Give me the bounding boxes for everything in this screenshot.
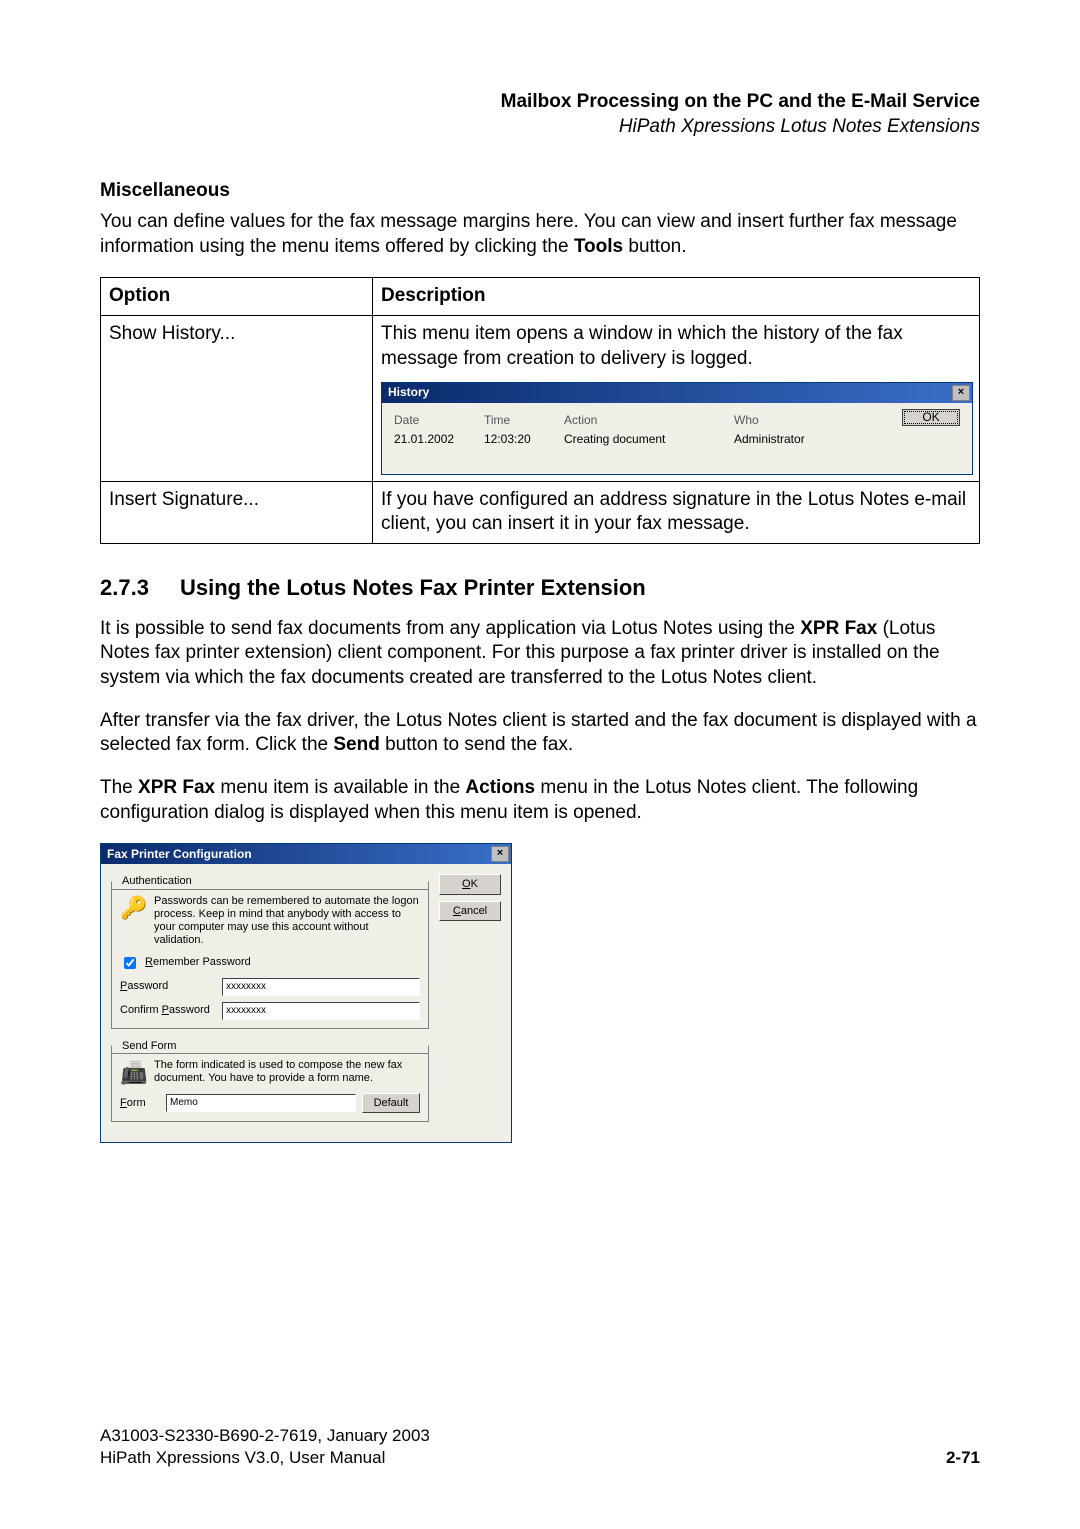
form-name-row: Form Default [120, 1093, 420, 1113]
group-legend: Authentication [120, 874, 194, 888]
form-name-input[interactable] [166, 1094, 356, 1112]
fax-dialog-right: OK Cancel [439, 874, 501, 1132]
table-row: Insert Signature... If you have configur… [101, 481, 980, 543]
remember-password-label: Remember Password [145, 955, 251, 969]
fax-dialog-left: Authentication 🔑 Passwords can be rememb… [111, 874, 429, 1132]
text-bold: XPR Fax [138, 777, 215, 798]
group-legend: Send Form [120, 1039, 178, 1053]
confirm-password-label: Confirm Password [120, 1003, 216, 1017]
password-label: Password [120, 979, 216, 993]
confirm-password-row: Confirm Password [120, 1002, 420, 1020]
misc-paragraph: You can define values for the fax messag… [100, 210, 980, 259]
cell: Administrator [734, 432, 834, 448]
send-form-group: Send Form 📠 The form indicated is used t… [111, 1039, 429, 1123]
fax-printer-config-dialog: Fax Printer Configuration × Authenticati… [100, 843, 512, 1143]
col-header-description: Description [373, 278, 980, 316]
text: menu item is available in the [215, 777, 465, 798]
text: button. [623, 236, 686, 257]
table-row: Show History... This menu item opens a w… [101, 316, 980, 482]
text-bold: Actions [465, 777, 535, 798]
col-header: Action [564, 413, 734, 429]
history-col-action: Action Creating document [564, 413, 734, 448]
close-icon[interactable]: × [491, 846, 509, 862]
cancel-button[interactable]: Cancel [439, 901, 501, 921]
dialog-title: Fax Printer Configuration [107, 847, 252, 863]
cell-description: This menu item opens a window in which t… [373, 316, 980, 482]
page-footer: A31003-S2330-B690-2-7619, January 2003 H… [100, 1425, 980, 1469]
page-header: Mailbox Processing on the PC and the E-M… [100, 90, 980, 139]
section-heading-273: 2.7.3Using the Lotus Notes Fax Printer E… [100, 574, 980, 603]
paragraph: After transfer via the fax driver, the L… [100, 709, 980, 758]
history-col-time: Time 12:03:20 [484, 413, 564, 448]
section-number: 2.7.3 [100, 574, 180, 603]
paragraph: The XPR Fax menu item is available in th… [100, 776, 980, 825]
ok-button[interactable]: OK [902, 409, 960, 427]
col-header: Who [734, 413, 834, 429]
history-window: History × Date 21.01.2002 Time 12:03:20 [381, 382, 973, 475]
footer-left: A31003-S2330-B690-2-7619, January 2003 H… [100, 1425, 430, 1469]
group-row: 📠 The form indicated is used to compose … [120, 1059, 420, 1087]
table-header-row: Option Description [101, 278, 980, 316]
close-icon[interactable]: × [952, 385, 970, 401]
text-bold: Send [333, 734, 379, 755]
footer-line1: A31003-S2330-B690-2-7619, January 2003 [100, 1425, 430, 1447]
cell-option: Show History... [101, 316, 373, 482]
cell-description: If you have configured an address signat… [373, 481, 980, 543]
fax-dialog-titlebar: Fax Printer Configuration × [101, 844, 511, 864]
desc-text: This menu item opens a window in which t… [381, 322, 971, 371]
history-title: History [388, 385, 429, 401]
fax-icon: 📠 [120, 1059, 148, 1087]
default-button[interactable]: Default [362, 1093, 420, 1113]
text-bold: Tools [574, 236, 623, 257]
group-row: 🔑 Passwords can be remembered to automat… [120, 895, 420, 948]
page-number: 2-71 [946, 1447, 980, 1469]
key-icon: 🔑 [120, 895, 148, 923]
history-col-date: Date 21.01.2002 [394, 413, 484, 448]
remember-password-row: Remember Password [120, 954, 420, 972]
history-col-who: Who Administrator [734, 413, 834, 448]
text-bold: XPR Fax [800, 618, 877, 639]
header-subtitle: HiPath Xpressions Lotus Notes Extensions [100, 115, 980, 140]
cell: 12:03:20 [484, 432, 564, 448]
cell: 21.01.2002 [394, 432, 484, 448]
options-table: Option Description Show History... This … [100, 277, 980, 544]
text: You can define values for the fax messag… [100, 211, 957, 257]
history-titlebar: History × [382, 383, 972, 403]
col-header: Date [394, 413, 484, 429]
remember-password-checkbox[interactable] [124, 957, 136, 969]
authentication-group: Authentication 🔑 Passwords can be rememb… [111, 874, 429, 1028]
ok-button[interactable]: OK [439, 874, 501, 894]
text: The [100, 777, 138, 798]
confirm-password-input[interactable] [222, 1002, 420, 1020]
col-header: Time [484, 413, 564, 429]
sendform-text: The form indicated is used to compose th… [154, 1059, 420, 1085]
cell: Creating document [564, 432, 734, 448]
password-row: Password [120, 978, 420, 996]
text: It is possible to send fax documents fro… [100, 618, 800, 639]
auth-text: Passwords can be remembered to automate … [154, 895, 420, 948]
fax-dialog-body: Authentication 🔑 Passwords can be rememb… [101, 864, 511, 1142]
section-heading-miscellaneous: Miscellaneous [100, 179, 980, 204]
cell-option: Insert Signature... [101, 481, 373, 543]
section-title: Using the Lotus Notes Fax Printer Extens… [180, 575, 646, 600]
text: button to send the fax. [380, 734, 573, 755]
password-input[interactable] [222, 978, 420, 996]
document-page: Mailbox Processing on the PC and the E-M… [0, 0, 1080, 1529]
form-label: Form [120, 1096, 160, 1110]
header-title: Mailbox Processing on the PC and the E-M… [100, 90, 980, 115]
footer-line2: HiPath Xpressions V3.0, User Manual [100, 1447, 430, 1469]
col-header-option: Option [101, 278, 373, 316]
paragraph: It is possible to send fax documents fro… [100, 617, 980, 691]
history-body: Date 21.01.2002 Time 12:03:20 Action Cre… [382, 403, 972, 474]
